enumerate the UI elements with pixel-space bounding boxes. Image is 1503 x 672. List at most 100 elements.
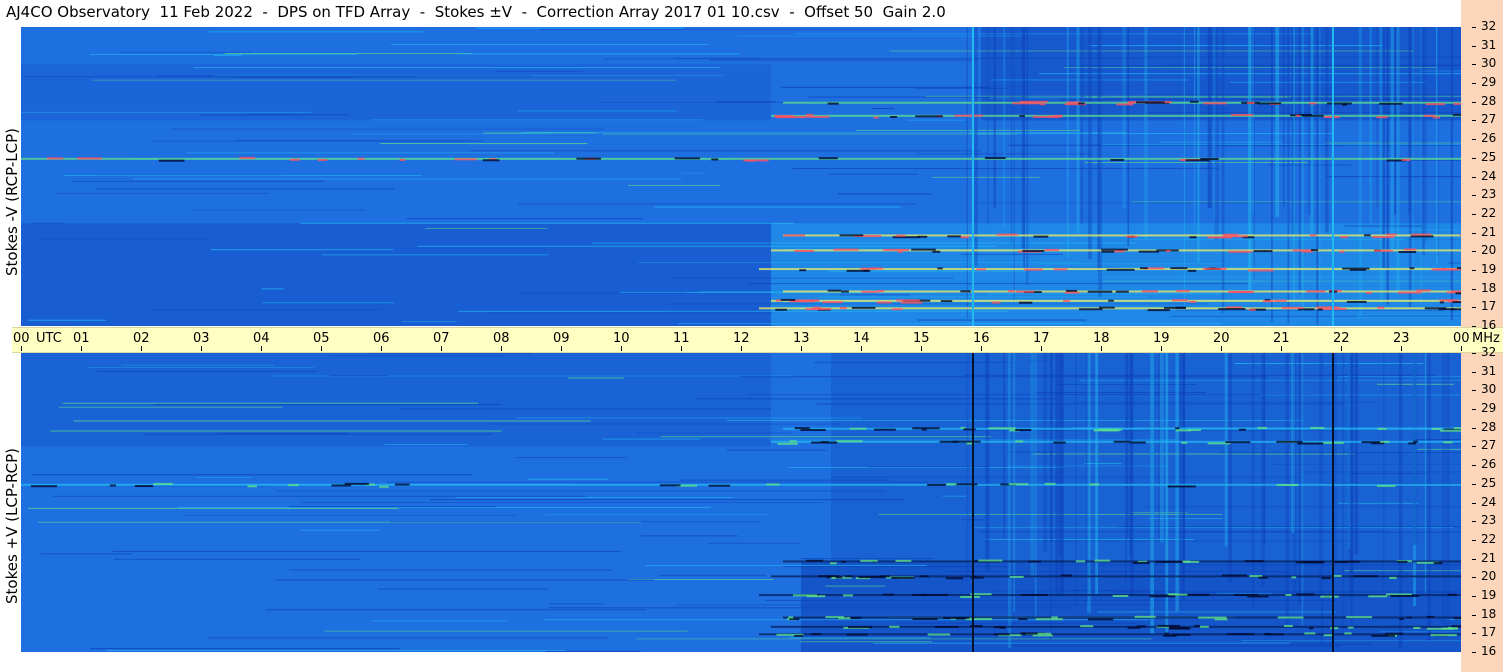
interference-speckle	[1334, 561, 1348, 564]
spectrogram-streak	[21, 111, 312, 113]
spectrogram-streak	[708, 542, 802, 544]
interference-speckle	[789, 440, 797, 443]
spectrogram-streak	[1303, 471, 1461, 473]
bottom-frequency-tick	[1472, 539, 1476, 541]
top-frequency-label: 23	[1481, 187, 1497, 202]
spectrogram-streak	[149, 308, 382, 310]
spectrogram-streak	[889, 50, 1414, 52]
spectrogram-vertical-streak	[1253, 27, 1255, 280]
spectrogram-streak	[1216, 592, 1272, 594]
spectrogram-streak	[1241, 640, 1461, 642]
spectrogram-streak	[208, 31, 424, 33]
spectrogram-vertical-streak	[1179, 353, 1181, 562]
spectrogram-streak	[460, 53, 741, 55]
interference-speckle	[947, 235, 961, 238]
spectrogram-vertical-streak	[1320, 353, 1324, 645]
interference-speckle	[827, 102, 839, 105]
interference-speckle	[900, 301, 923, 304]
top-frequency-tick	[1472, 120, 1476, 122]
interference-speckle	[1019, 100, 1049, 103]
bottom-frequency-tick	[1472, 353, 1476, 354]
interference-band	[759, 594, 1461, 597]
interference-speckle	[1432, 116, 1441, 119]
spectrogram-streak	[1097, 611, 1336, 613]
spectrogram-streak	[549, 603, 603, 605]
interference-speckle	[153, 482, 173, 485]
top-frequency-label: 28	[1481, 93, 1497, 108]
interference-speckle	[976, 268, 986, 271]
interference-speckle	[783, 234, 806, 237]
spectrogram-vertical-streak	[1126, 353, 1129, 539]
interference-speckle	[1425, 103, 1445, 106]
interference-speckle	[846, 269, 869, 272]
spectrogram-vertical-streak	[1182, 353, 1186, 574]
interference-speckle	[1114, 250, 1125, 253]
spectrogram-streak	[40, 238, 208, 240]
spectrogram-vertical-streak	[1080, 27, 1084, 224]
time-tick-label: 17	[1033, 331, 1050, 346]
interference-speckle	[1033, 235, 1049, 238]
spectrogram-streak	[1379, 631, 1461, 633]
interference-speckle	[1132, 561, 1150, 564]
spectrogram-vertical-streak	[1316, 27, 1319, 325]
interference-band	[21, 157, 1461, 160]
interference-speckle	[1101, 429, 1119, 432]
interference-speckle	[794, 634, 804, 637]
interference-speckle	[1044, 248, 1059, 251]
spectrogram-streak	[87, 366, 314, 368]
time-tick-label: 13	[793, 331, 810, 346]
interference-speckle	[788, 616, 794, 619]
interference-speckle	[960, 290, 971, 293]
interference-speckle	[799, 269, 807, 272]
spectrogram-streak	[520, 132, 1127, 134]
interference-speckle	[1101, 248, 1128, 251]
bottom-frequency-label: 30	[1481, 382, 1497, 397]
interference-speckle	[1164, 632, 1170, 635]
spectrogram-streak	[1040, 263, 1227, 265]
spectrogram-streak	[716, 101, 777, 103]
interference-speckle	[1234, 593, 1259, 596]
interference-speckle	[1344, 632, 1352, 635]
interference-speckle	[954, 114, 983, 117]
interference-speckle	[1138, 250, 1159, 253]
interference-speckle	[1087, 290, 1113, 293]
interference-speckle	[1406, 616, 1412, 619]
interference-speckle	[1106, 268, 1135, 271]
interference-speckle	[344, 482, 369, 485]
interference-speckle	[1431, 427, 1442, 430]
spectrogram-vertical-streak	[1285, 353, 1289, 628]
spectrogram-vertical-streak	[1301, 353, 1304, 626]
interference-speckle	[806, 559, 824, 562]
interference-speckle	[1285, 594, 1292, 597]
spectrogram-vertical-streak	[1197, 27, 1200, 263]
interference-speckle	[1368, 595, 1388, 598]
interference-speckle	[861, 290, 879, 293]
spectrogram-top	[21, 27, 1461, 326]
bottom-frequency-label: 24	[1481, 494, 1497, 509]
time-tick-label: 12	[733, 331, 750, 346]
spectrogram-vertical-streak	[1437, 27, 1439, 257]
spectrogram-vertical-streak	[1055, 353, 1059, 595]
interference-speckle	[800, 429, 826, 432]
interference-speckle	[357, 157, 365, 160]
interference-speckle	[849, 427, 867, 430]
interference-speckle	[1430, 634, 1457, 637]
spectrogram-streak	[475, 27, 685, 29]
interference-speckle	[1408, 442, 1416, 445]
spectrogram-streak	[527, 478, 609, 480]
interference-speckle	[1051, 616, 1058, 619]
spectrogram-streak	[235, 140, 472, 142]
time-tick	[1041, 346, 1042, 351]
interference-speckle	[1346, 300, 1367, 303]
spectrogram-streak	[1117, 526, 1461, 528]
spectrogram-streak	[93, 79, 677, 81]
interference-speckle	[1189, 236, 1197, 239]
interference-speckle	[1136, 625, 1146, 628]
spectrogram-vertical-streak	[1299, 27, 1301, 295]
spectrogram-vertical-streak	[966, 27, 968, 319]
spectrogram-streak	[602, 438, 701, 440]
spectrogram-streak	[961, 519, 982, 521]
spectrogram-vertical-streak	[1293, 27, 1295, 303]
interference-speckle	[1413, 440, 1419, 443]
spectrogram-streak	[1171, 315, 1461, 317]
